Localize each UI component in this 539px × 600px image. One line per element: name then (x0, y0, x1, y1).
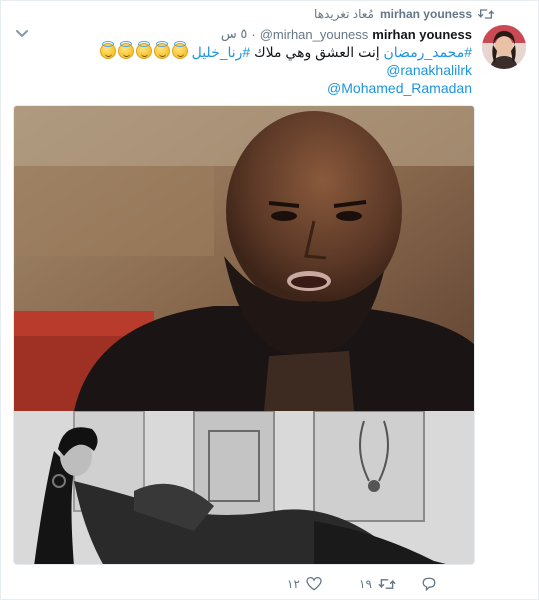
reply-action[interactable] (421, 577, 437, 596)
retweet-context: mirhan youness مُعاد تغريدها (314, 5, 494, 23)
avatar[interactable] (482, 25, 526, 69)
tweet-media[interactable] (13, 105, 475, 565)
tweet-text-line-3: @Mohamed_Ramadan (32, 79, 472, 97)
woman-posing-photo[interactable] (14, 411, 475, 565)
tweet-card[interactable]: mirhan youness مُعاد تغريدها mirhan youn… (0, 0, 539, 600)
retweet-icon[interactable] (378, 577, 396, 591)
retweet-count: ١٩ (359, 577, 372, 591)
retweeter-name[interactable]: mirhan youness (380, 7, 472, 21)
like-count: ١٢ (287, 577, 300, 591)
emoji-group (98, 41, 188, 60)
tweet-body-text: إنت العشق وهي ملاك (250, 44, 384, 60)
smiling-halo-emoji-icon (99, 41, 116, 59)
man-portrait-photo[interactable] (14, 106, 475, 411)
like-action[interactable]: ١٢ (287, 577, 322, 591)
smiling-halo-emoji-icon (153, 41, 170, 59)
tweet-action-bar: ١٢ ١٩ (1, 575, 539, 597)
smiling-halo-emoji-icon (135, 41, 152, 59)
reply-icon[interactable] (421, 577, 437, 592)
tweet-text-line-1: #محمد_رمضان إنت العشق وهي ملاك #رنا_خليل (32, 41, 473, 61)
tweet-text-line-2: @ranakhalilrk (32, 61, 472, 79)
hashtag-link[interactable]: #محمد_رمضان (384, 44, 473, 60)
retweet-icon (478, 9, 494, 19)
mention-link[interactable]: @Mohamed_Ramadan (327, 80, 472, 96)
avatar-photo (482, 25, 526, 69)
tweet-text: #محمد_رمضان إنت العشق وهي ملاك #رنا_خليل… (32, 41, 473, 97)
author-full-name[interactable]: mirhan youness (372, 27, 472, 42)
smiling-halo-emoji-icon (117, 41, 134, 59)
hashtag-link[interactable]: #رنا_خليل (192, 44, 251, 60)
smiling-halo-emoji-icon (171, 41, 188, 59)
tweet-timestamp[interactable]: ٥ س (221, 26, 247, 42)
chevron-down-icon[interactable] (15, 29, 29, 39)
heart-icon[interactable] (306, 577, 322, 591)
author-handle[interactable]: @mirhan_youness (260, 27, 369, 42)
retweeted-label: مُعاد تغريدها (314, 7, 374, 21)
retweet-action[interactable]: ١٩ (359, 577, 396, 591)
mention-link[interactable]: @ranakhalilrk (386, 62, 472, 78)
tweet-header: mirhan youness @mirhan_youness · ٥ س (221, 25, 472, 43)
header-separator: · (251, 26, 256, 42)
